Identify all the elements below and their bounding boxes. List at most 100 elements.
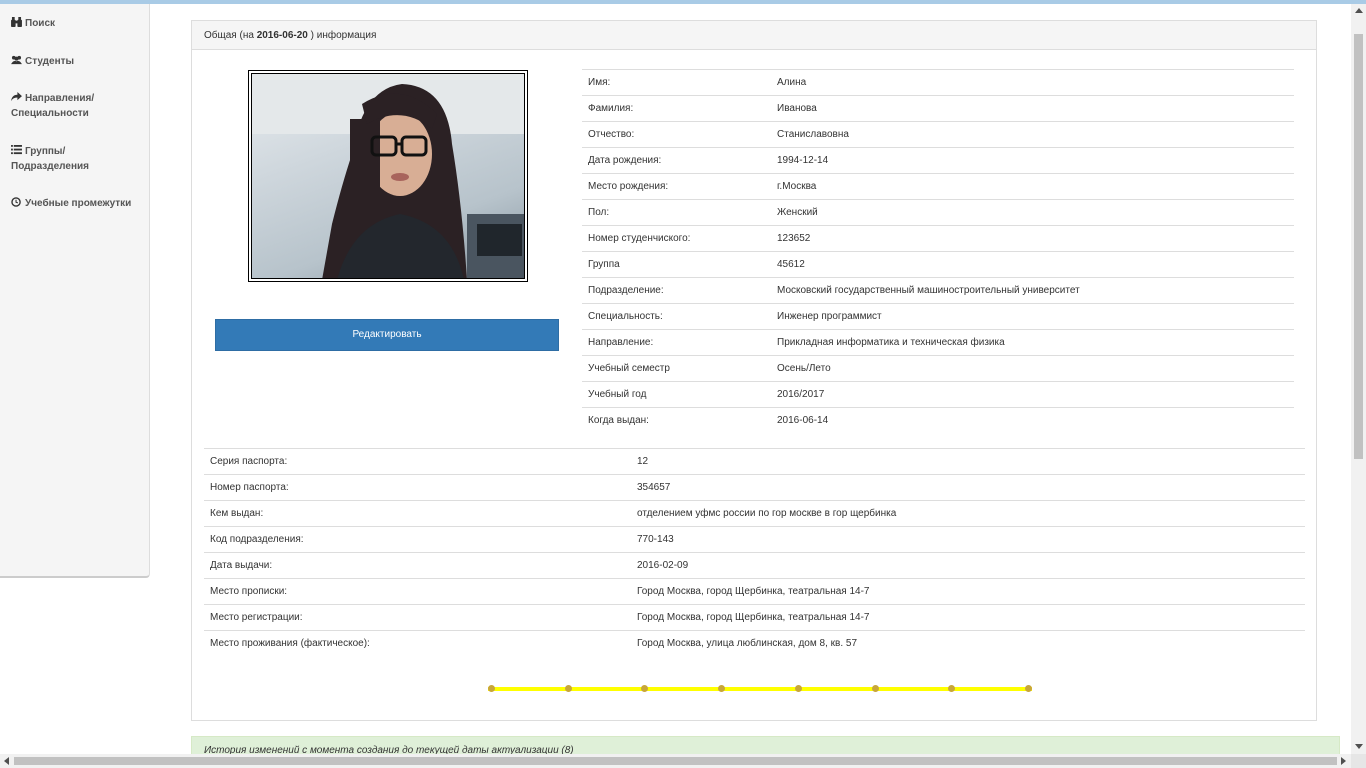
row-label: Подразделение:: [582, 277, 771, 304]
row-label: Серия паспорта:: [204, 448, 631, 475]
vertical-scroll-thumb[interactable]: [1354, 34, 1363, 459]
nav-directions-label-1: Направления/: [25, 93, 95, 104]
nav-students-label: Студенты: [25, 56, 75, 67]
timeline-point[interactable]: [871, 685, 879, 692]
table-row: Отчество: Станиславовна: [582, 121, 1294, 148]
table-row: Пол: Женский: [582, 199, 1294, 226]
scroll-down-icon[interactable]: [1355, 744, 1363, 749]
binoculars-icon: [11, 17, 22, 27]
table-row: Дата выдачи: 2016-02-09: [204, 552, 1305, 579]
nav-directions[interactable]: Направления/ Специальности: [11, 91, 94, 121]
row-value: 123652: [771, 225, 1294, 252]
row-label: Отчество:: [582, 121, 771, 148]
row-value: Станиславовна: [771, 121, 1294, 148]
row-label: Место регистрации:: [204, 604, 631, 631]
row-value: Город Москва, улица люблинская, дом 8, к…: [631, 630, 1305, 657]
table-row: Код подразделения: 770-143: [204, 526, 1305, 553]
row-value: 354657: [631, 474, 1305, 501]
row-label: Учебный год: [582, 381, 771, 408]
top-bar: [0, 0, 1366, 4]
row-value: Город Москва, город Щербинка, театральна…: [631, 578, 1305, 605]
table-row: Имя: Алина: [582, 69, 1294, 96]
scrollbar-corner: [1351, 754, 1366, 768]
row-label: Дата рождения:: [582, 147, 771, 174]
row-value: Женский: [771, 199, 1294, 226]
row-value: 12: [631, 448, 1305, 475]
table-row: Учебный год 2016/2017: [582, 381, 1294, 408]
table-row: Номер студенчиского: 123652: [582, 225, 1294, 252]
portrait-illustration: [252, 74, 524, 278]
row-value: Московский государственный машиностроите…: [771, 277, 1294, 304]
table-row: Кем выдан: отделением уфмс россии по гор …: [204, 500, 1305, 527]
table-row: Серия паспорта: 12: [204, 448, 1305, 475]
history-panel[interactable]: История изменений с момента создания до …: [191, 736, 1340, 756]
users-icon: [11, 55, 22, 65]
row-label: Направление:: [582, 329, 771, 356]
nav-search[interactable]: Поиск: [11, 16, 55, 31]
row-label: Номер паспорта:: [204, 474, 631, 501]
panel-title-date: 2016-06-20: [256, 30, 308, 41]
nav-groups-label-1: Группы/: [25, 146, 66, 157]
row-label: Специальность:: [582, 303, 771, 330]
scroll-right-icon[interactable]: [1341, 757, 1346, 765]
table-row: Место прописки: Город Москва, город Щерби…: [204, 578, 1305, 605]
vertical-scrollbar[interactable]: [1351, 4, 1366, 754]
row-value: Инженер программист: [771, 303, 1294, 330]
row-label: Учебный семестр: [582, 355, 771, 382]
scroll-up-icon[interactable]: [1355, 8, 1363, 13]
table-row: Когда выдан: 2016-06-14: [582, 407, 1294, 434]
row-value: отделением уфмс россии по гор москве в г…: [631, 500, 1305, 527]
row-label: Фамилия:: [582, 95, 771, 122]
table-row: Место регистрации: Город Москва, город Ще…: [204, 604, 1305, 631]
row-label: Место прописки:: [204, 578, 631, 605]
row-value: 2016-02-09: [631, 552, 1305, 579]
timeline-point[interactable]: [794, 685, 802, 692]
timeline-point[interactable]: [488, 685, 495, 692]
edit-button[interactable]: Редактировать: [215, 319, 559, 351]
table-row: Дата рождения: 1994-12-14: [582, 147, 1294, 174]
share-arrow-icon: [11, 92, 22, 102]
row-label: Кем выдан:: [204, 500, 631, 527]
row-label: Код подразделения:: [204, 526, 631, 553]
row-value: Алина: [771, 69, 1294, 96]
nav-directions-label-2: Специальности: [11, 108, 89, 119]
row-label: Дата выдачи:: [204, 552, 631, 579]
table-row: Учебный семестр Осень/Лето: [582, 355, 1294, 382]
history-timeline: [488, 685, 1032, 693]
row-value: 770-143: [631, 526, 1305, 553]
row-label: Имя:: [582, 69, 771, 96]
table-row: Место проживания (фактическое): Город Мос…: [204, 630, 1305, 657]
horizontal-scrollbar[interactable]: [0, 754, 1351, 768]
scroll-left-icon[interactable]: [4, 757, 9, 765]
table-row: Подразделение: Московский государственный…: [582, 277, 1294, 304]
timeline-point[interactable]: [564, 685, 572, 692]
passport-info-table: Серия паспорта: 12 Номер паспорта: 354657 Ке…: [204, 448, 1305, 657]
panel-title-prefix: Общая (на: [204, 30, 254, 41]
panel-heading: Общая (на 2016-06-20 ) информация: [192, 21, 1316, 50]
table-row: Направление: Прикладная информатика и тех…: [582, 329, 1294, 356]
row-value: Прикладная информатика и техническая физ…: [771, 329, 1294, 356]
nav-groups[interactable]: Группы/ Подразделения: [11, 144, 89, 174]
panel-title-suffix: ) информация: [310, 30, 377, 41]
row-value: 1994-12-14: [771, 147, 1294, 174]
table-row: Группа 45612: [582, 251, 1294, 278]
general-info-panel: Общая (на 2016-06-20 ) информация Редакт…: [191, 20, 1317, 721]
row-label: Номер студенчиского:: [582, 225, 771, 252]
timeline-point[interactable]: [1025, 685, 1032, 692]
horizontal-scroll-thumb[interactable]: [14, 757, 1337, 765]
nav-periods-label: Учебные промежутки: [25, 198, 132, 209]
row-label: Пол:: [582, 199, 771, 226]
nav-students[interactable]: Студенты: [11, 54, 74, 69]
table-row: Фамилия: Иванова: [582, 95, 1294, 122]
nav-periods[interactable]: Учебные промежутки: [11, 196, 131, 211]
nav-groups-label-2: Подразделения: [11, 161, 89, 172]
student-info-table: Имя: Алина Фамилия: Иванова Отчество: Станисл…: [582, 69, 1294, 434]
row-value: 2016/2017: [771, 381, 1294, 408]
photo-image: [251, 73, 525, 279]
row-label: Место проживания (фактическое):: [204, 630, 631, 657]
row-label: Место рождения:: [582, 173, 771, 200]
row-value: Иванова: [771, 95, 1294, 122]
table-row: Место рождения: г.Москва: [582, 173, 1294, 200]
clock-icon: [11, 197, 21, 207]
list-icon: [11, 145, 22, 155]
